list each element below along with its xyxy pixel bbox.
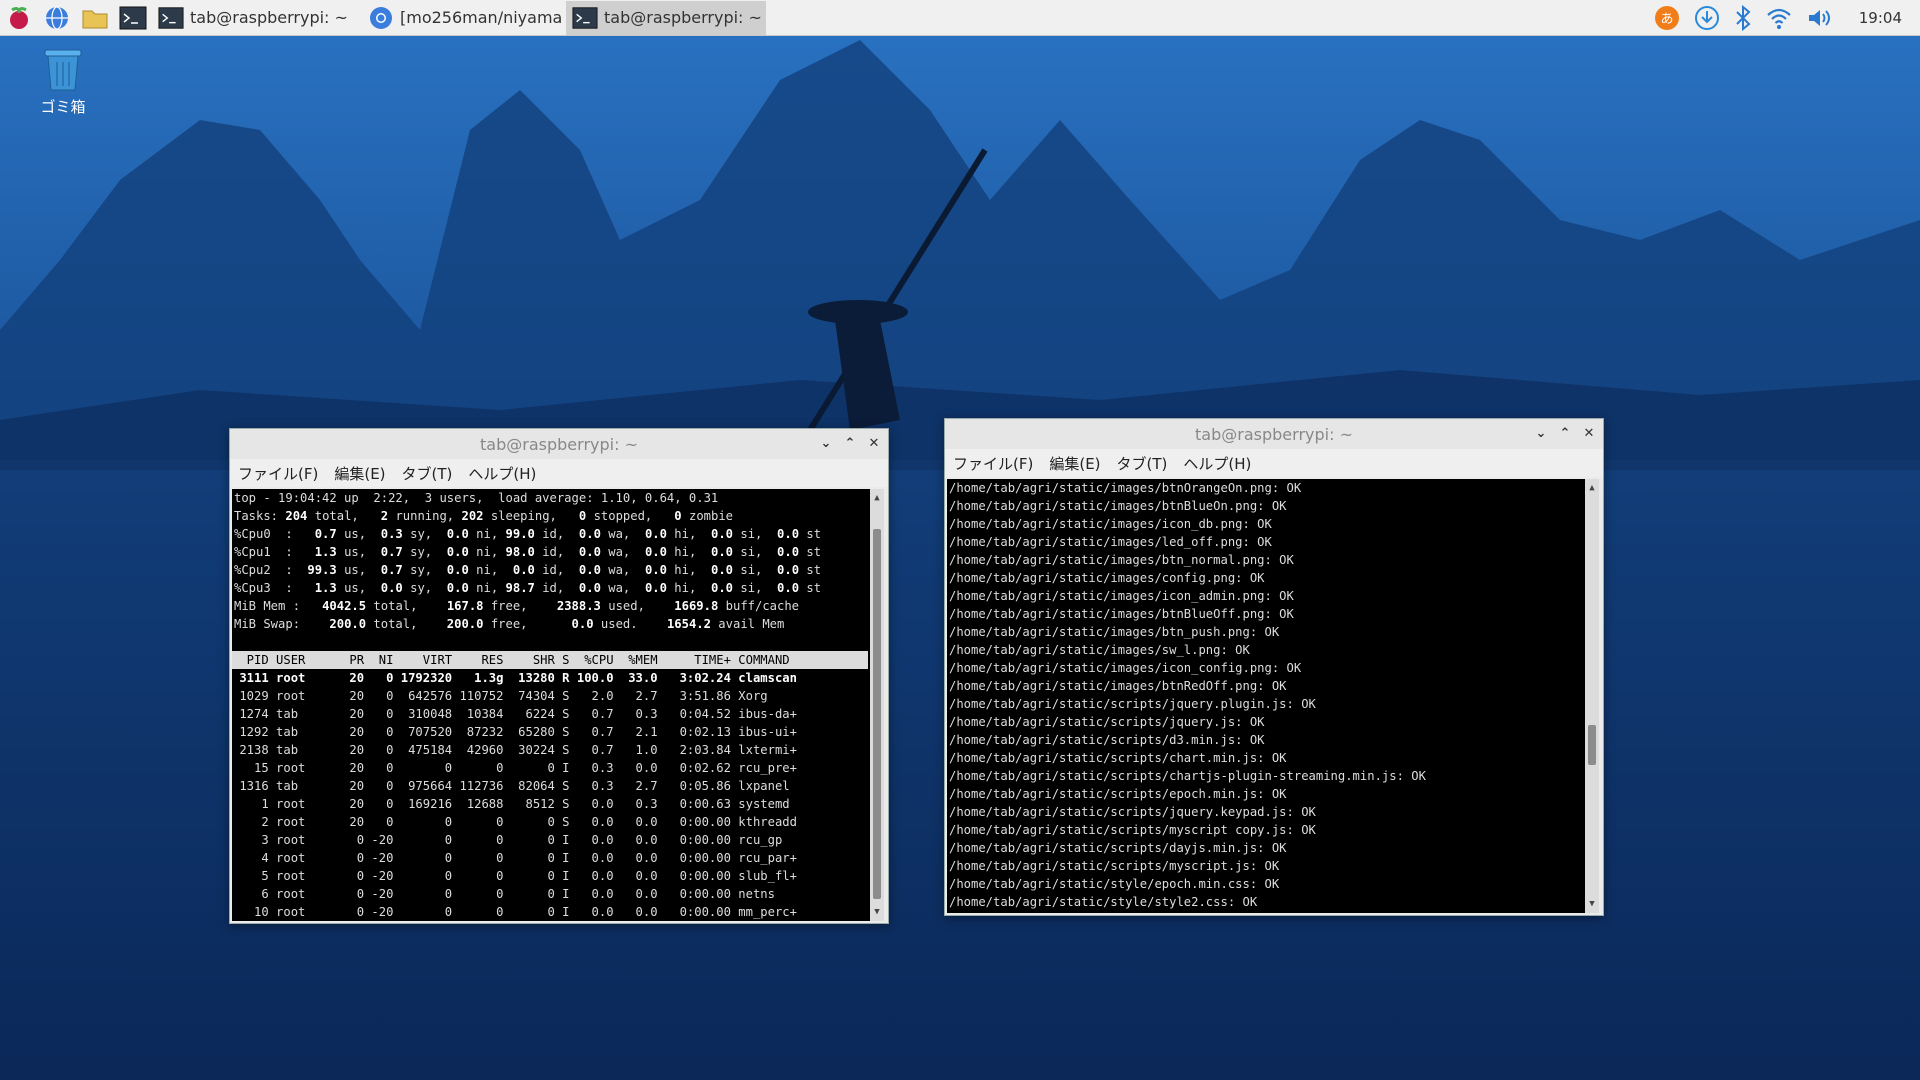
window-title: tab@raspberrypi: ~ <box>480 434 638 454</box>
scroll-up-icon[interactable]: ▲ <box>1585 479 1599 497</box>
menu-file[interactable]: ファイル(F) <box>238 463 318 484</box>
scan-result-line: /home/tab/agri/static/images/btnRedOff.p… <box>949 679 1287 693</box>
browser-launcher-icon[interactable] <box>42 3 72 33</box>
task-label: [mo256man/niyama ... <box>400 8 562 27</box>
scan-result-line: /home/tab/agri/static/scripts/d3.min.js:… <box>949 733 1265 747</box>
process-table: 3111 root 20 0 1792320 1.3g 13280 R 100.… <box>232 669 884 921</box>
terminal-window-right[interactable]: tab@raspberrypi: ~ ⌄ ⌃ ✕ ファイル(F) 編集(E) タ… <box>944 418 1604 916</box>
menu-help[interactable]: ヘルプ(H) <box>1183 453 1251 474</box>
svg-text:あ: あ <box>1660 12 1673 27</box>
scan-result-line: /home/tab/agri/static/images/btn_push.pn… <box>949 625 1280 639</box>
trash-icon <box>44 49 82 91</box>
task-label: tab@raspberrypi: ~ <box>604 8 762 27</box>
trash-desktop-icon[interactable]: ゴミ箱 <box>30 44 96 117</box>
process-row: 1316 tab 20 0 975664 112736 82064 S 0.3 … <box>232 779 790 793</box>
menu-edit[interactable]: 編集(E) <box>334 463 385 484</box>
terminal-launcher-icon[interactable] <box>118 3 148 33</box>
task-terminal-2[interactable]: tab@raspberrypi: ~ <box>566 0 766 35</box>
top-summary: top - 19:04:42 up 2:22, 3 users, load av… <box>234 491 822 631</box>
process-row: 2138 tab 20 0 475184 42960 30224 S 0.7 1… <box>232 743 797 757</box>
window-titlebar[interactable]: tab@raspberrypi: ~ ⌄ ⌃ ✕ <box>230 429 888 459</box>
process-row: 3 root 0 -20 0 0 0 I 0.0 0.0 0:00.00 rcu… <box>232 833 783 847</box>
process-row: 3111 root 20 0 1792320 1.3g 13280 R 100.… <box>232 671 797 685</box>
process-row: 10 root 0 -20 0 0 0 I 0.0 0.0 0:00.00 mm… <box>232 905 797 919</box>
menu-edit[interactable]: 編集(E) <box>1049 453 1100 474</box>
process-row: 1274 tab 20 0 310048 10384 6224 S 0.7 0.… <box>232 707 797 721</box>
maximize-icon[interactable]: ⌃ <box>1557 425 1573 441</box>
menu-help[interactable]: ヘルプ(H) <box>468 463 536 484</box>
scan-result-line: /home/tab/agri/static/scripts/jquery.plu… <box>949 697 1316 711</box>
update-download-icon[interactable] <box>1693 4 1721 32</box>
scan-result-line: /home/tab/agri/static/style/style2.css: … <box>949 895 1258 909</box>
terminal-output-top[interactable]: top - 19:04:42 up 2:22, 3 users, load av… <box>232 489 884 921</box>
scrollbar-thumb[interactable] <box>873 529 881 899</box>
process-row: 5 root 0 -20 0 0 0 I 0.0 0.0 0:00.00 slu… <box>232 869 797 883</box>
close-icon[interactable]: ✕ <box>1581 425 1597 441</box>
scan-result-line: /home/tab/agri/static/images/btnBlueOff.… <box>949 607 1294 621</box>
scan-result-line: /home/tab/agri/static/images/btnBlueOn.p… <box>949 499 1287 513</box>
scan-output: /home/tab/agri/static/images/btnOrangeOn… <box>947 479 1599 911</box>
minimize-icon[interactable]: ⌄ <box>818 435 834 451</box>
scroll-down-icon[interactable]: ▼ <box>1585 895 1599 913</box>
window-titlebar[interactable]: tab@raspberrypi: ~ ⌄ ⌃ ✕ <box>945 419 1603 449</box>
menu-bar: ファイル(F) 編集(E) タブ(T) ヘルプ(H) <box>945 449 1603 477</box>
scan-result-line: /home/tab/agri/static/images/icon_admin.… <box>949 589 1294 603</box>
terminal-icon <box>158 6 184 29</box>
scan-result-line: /home/tab/agri/static/images/icon_db.png… <box>949 517 1272 531</box>
terminal-icon <box>572 6 598 29</box>
trash-label: ゴミ箱 <box>40 98 86 116</box>
wifi-icon[interactable] <box>1765 4 1793 32</box>
menu-tab[interactable]: タブ(T) <box>402 463 453 484</box>
terminal-output-right[interactable]: /home/tab/agri/static/images/btnOrangeOn… <box>947 479 1599 913</box>
chromium-icon <box>370 6 392 29</box>
terminal-scrollbar[interactable]: ▲ ▼ <box>870 489 884 921</box>
task-terminal-1[interactable]: tab@raspberrypi: ~ <box>152 1 352 35</box>
process-row: 4 root 0 -20 0 0 0 I 0.0 0.0 0:00.00 rcu… <box>232 851 797 865</box>
minimize-icon[interactable]: ⌄ <box>1533 425 1549 441</box>
bluetooth-icon[interactable] <box>1733 4 1753 32</box>
task-label: tab@raspberrypi: ~ <box>190 8 348 27</box>
volume-icon[interactable] <box>1805 4 1833 32</box>
scan-result-line: /home/tab/agri/static/scripts/jquery.key… <box>949 805 1316 819</box>
scan-result-line: /home/tab/agri/static/scripts/chartjs-pl… <box>949 769 1426 783</box>
scan-result-line: /home/tab/agri/static/images/btn_normal.… <box>949 553 1294 567</box>
process-row: 1 root 20 0 169216 12688 8512 S 0.0 0.3 … <box>232 797 790 811</box>
scan-result-line: /home/tab/agri/static/scripts/myscript.j… <box>949 859 1280 873</box>
scan-result-line: /home/tab/agri/static/scripts/chart.min.… <box>949 751 1287 765</box>
scan-result-line: /home/tab/agri/static/images/btnOrangeOn… <box>949 481 1302 495</box>
scan-result-line: /home/tab/agri/static/images/sw_l.png: O… <box>949 643 1250 657</box>
system-tray: あ 19:04 <box>1653 4 1920 32</box>
scan-result-line: /home/tab/agri/static/images/config.png:… <box>949 571 1265 585</box>
menu-tab[interactable]: タブ(T) <box>1117 453 1168 474</box>
process-table-header: PID USER PR NI VIRT RES SHR S %CPU %MEM … <box>232 651 868 669</box>
process-row: 1292 tab 20 0 707520 87232 65280 S 0.7 2… <box>232 725 797 739</box>
process-row: 15 root 20 0 0 0 0 I 0.3 0.0 0:02.62 rcu… <box>232 761 797 775</box>
file-manager-icon[interactable] <box>80 3 110 33</box>
scroll-up-icon[interactable]: ▲ <box>870 489 884 507</box>
menu-bar: ファイル(F) 編集(E) タブ(T) ヘルプ(H) <box>230 459 888 487</box>
task-browser[interactable]: [mo256man/niyama ... <box>362 1 562 35</box>
scan-result-line: /home/tab/agri/static/scripts/jquery.js:… <box>949 715 1265 729</box>
taskbar: tab@raspberrypi: ~ [mo256man/niyama ... … <box>0 0 1920 36</box>
scan-result-line: /home/tab/agri/static/images/led_off.png… <box>949 535 1272 549</box>
terminal-window-top[interactable]: tab@raspberrypi: ~ ⌄ ⌃ ✕ ファイル(F) 編集(E) タ… <box>229 428 889 924</box>
maximize-icon[interactable]: ⌃ <box>842 435 858 451</box>
scan-result-line: /home/tab/agri/static/style/epoch.min.cs… <box>949 877 1280 891</box>
clock[interactable]: 19:04 <box>1859 9 1902 27</box>
scroll-down-icon[interactable]: ▼ <box>870 903 884 921</box>
menu-file[interactable]: ファイル(F) <box>953 453 1033 474</box>
scrollbar-thumb[interactable] <box>1588 725 1596 765</box>
window-title: tab@raspberrypi: ~ <box>1195 424 1353 444</box>
process-row: 2 root 20 0 0 0 0 S 0.0 0.0 0:00.00 kthr… <box>232 815 797 829</box>
raspberry-menu-icon[interactable] <box>4 3 34 33</box>
scan-result-line: /home/tab/agri/static/images/icon_config… <box>949 661 1302 675</box>
scan-result-line: /home/tab/agri/static/scripts/myscript c… <box>949 823 1316 837</box>
process-row: 1029 root 20 0 642576 110752 74304 S 2.0… <box>232 689 768 703</box>
scan-result-line: /home/tab/agri/static/scripts/dayjs.min.… <box>949 841 1287 855</box>
terminal-scrollbar[interactable]: ▲ ▼ <box>1585 479 1599 913</box>
input-method-icon[interactable]: あ <box>1653 4 1681 32</box>
scan-result-line: /home/tab/agri/static/scripts/epoch.min.… <box>949 787 1287 801</box>
process-row: 6 root 0 -20 0 0 0 I 0.0 0.0 0:00.00 net… <box>232 887 775 901</box>
close-icon[interactable]: ✕ <box>866 435 882 451</box>
